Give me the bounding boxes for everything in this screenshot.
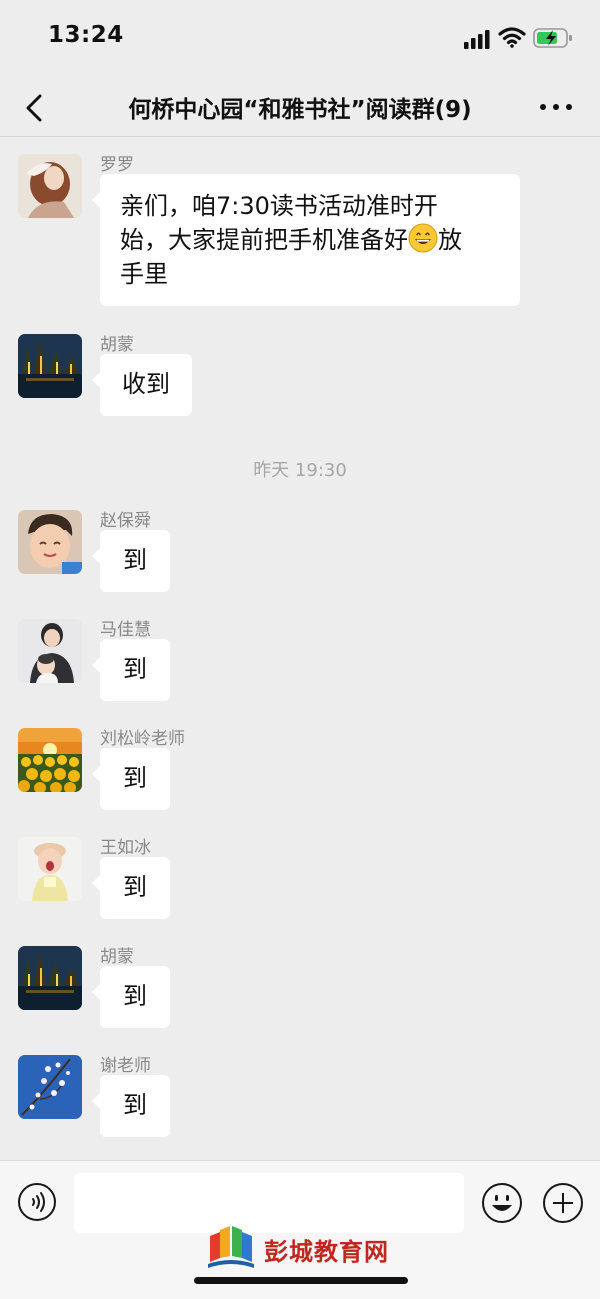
message-text: 到	[123, 546, 147, 574]
sender-name: 胡蒙	[100, 947, 134, 967]
avatar[interactable]	[18, 510, 82, 574]
message-text: 到	[123, 655, 147, 683]
message-text: 到	[123, 1091, 147, 1119]
message-bubble[interactable]: 到	[92, 530, 170, 592]
smiley-icon[interactable]	[481, 1182, 523, 1224]
status-bar: 13:24	[0, 0, 600, 78]
avatar[interactable]	[18, 837, 82, 901]
message-text: 亲们，咱7:30读书活动准时开 始，大家提前把手机准备好	[120, 192, 438, 254]
grinning-face-emoji-icon	[408, 223, 438, 253]
more-dots-icon[interactable]	[536, 90, 576, 122]
sender-name: 赵保舜	[100, 511, 151, 531]
sender-name: 谢老师	[100, 1056, 151, 1076]
message-bubble[interactable]: 到	[92, 857, 170, 919]
sender-name: 王如冰	[100, 838, 151, 858]
cellular-signal-icon	[464, 30, 490, 49]
status-time: 13:24	[48, 22, 124, 48]
voice-icon[interactable]	[17, 1182, 57, 1222]
message-text: 到	[123, 982, 147, 1010]
message-bubble[interactable]: 到	[92, 966, 170, 1028]
wifi-icon	[498, 27, 526, 48]
message-text: 到	[123, 873, 147, 901]
chat-title: 何桥中心园“和雅书社”阅读群(9)	[128, 97, 472, 123]
message-bubble[interactable]: 收到	[92, 354, 192, 416]
avatar[interactable]	[18, 619, 82, 683]
battery-charging-icon	[533, 28, 572, 48]
message-bubble[interactable]: 到	[92, 748, 170, 810]
time-divider: 昨天 19:30	[253, 460, 347, 481]
message-bubble[interactable]: 到	[92, 1075, 170, 1137]
header-divider	[0, 136, 600, 137]
sender-name: 罗罗	[100, 155, 134, 175]
avatar[interactable]	[18, 728, 82, 792]
watermark-text: 彭城教育网	[264, 1238, 389, 1266]
plus-circle-icon[interactable]	[542, 1182, 584, 1224]
avatar[interactable]	[18, 946, 82, 1010]
message-bubble[interactable]: 到	[92, 639, 170, 701]
chat-header: 何桥中心园“和雅书社”阅读群(9)	[0, 78, 600, 136]
message-input[interactable]	[74, 1173, 464, 1233]
home-indicator	[194, 1277, 408, 1284]
book-logo-icon	[208, 1226, 254, 1268]
message-bubble[interactable]: 亲们，咱7:30读书活动准时开 始，大家提前把手机准备好 放 手里	[92, 174, 520, 306]
message-text: 到	[123, 764, 147, 792]
avatar[interactable]	[18, 154, 82, 218]
sender-name: 刘松岭老师	[100, 729, 185, 749]
sender-name: 胡蒙	[100, 335, 134, 355]
chevron-left-icon[interactable]	[16, 88, 52, 128]
avatar[interactable]	[18, 1055, 82, 1119]
sender-name: 马佳慧	[100, 620, 151, 640]
avatar[interactable]	[18, 334, 82, 398]
message-text: 收到	[122, 370, 170, 398]
